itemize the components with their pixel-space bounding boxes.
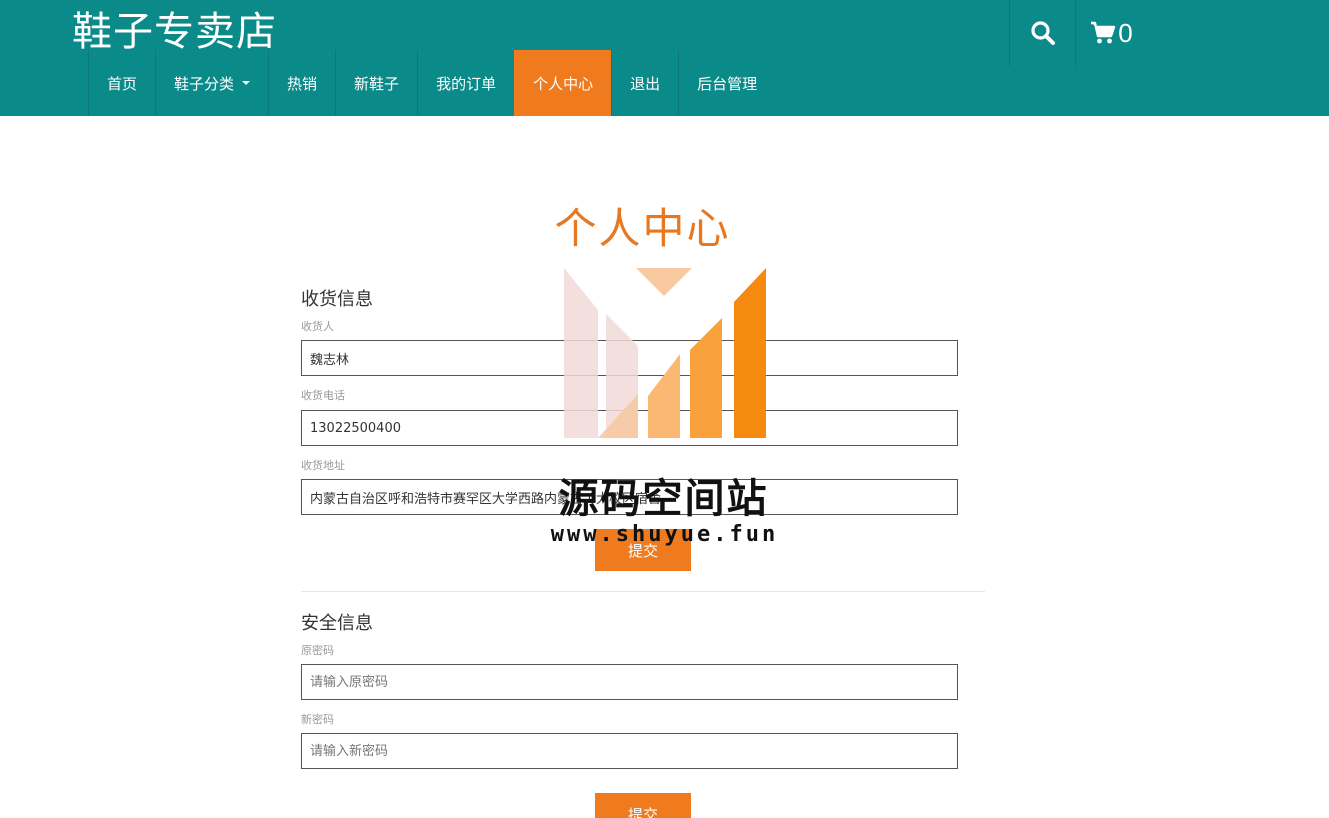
nav-shoe-category-label: 鞋子分类 [174, 74, 235, 93]
search-icon [1030, 21, 1055, 45]
nav-personal-center-label: 个人中心 [533, 74, 594, 93]
cart-count-badge: 0 [1118, 17, 1133, 48]
nav-logout[interactable]: 退出 [611, 50, 678, 116]
nav-admin[interactable]: 后台管理 [678, 50, 775, 116]
new-password-label: 新密码 [301, 713, 334, 726]
section-divider [301, 591, 985, 592]
receiver-phone-label: 收货电话 [301, 389, 345, 402]
nav-personal-center[interactable]: 个人中心 [514, 50, 612, 116]
nav-my-orders-label: 我的订单 [436, 74, 497, 93]
nav-admin-label: 后台管理 [697, 74, 758, 93]
nav-shoe-category[interactable]: 鞋子分类 [155, 50, 268, 116]
search-button[interactable] [1009, 0, 1075, 66]
nav-hot-sale[interactable]: 热销 [268, 50, 335, 116]
shipping-section-title: 收货信息 [301, 289, 373, 310]
nav-new-shoes-label: 新鞋子 [354, 74, 400, 93]
watermark-url: www.shuyue.fun [550, 522, 779, 547]
receiver-name-label: 收货人 [301, 320, 334, 333]
top-navbar: 鞋子专卖店 首页 鞋子分类 热销 新鞋子 我的订单 个人中心 退出 后台管理 0 [0, 0, 1329, 116]
cart-button[interactable]: 0 [1075, 0, 1147, 66]
nav-hot-sale-label: 热销 [287, 74, 318, 93]
new-password-field[interactable] [301, 733, 958, 769]
watermark-logo [564, 268, 766, 438]
main-nav: 首页 鞋子分类 热销 新鞋子 我的订单 个人中心 退出 后台管理 [88, 50, 775, 116]
nav-logout-label: 退出 [630, 74, 661, 93]
nav-home[interactable]: 首页 [88, 50, 155, 116]
nav-my-orders[interactable]: 我的订单 [417, 50, 514, 116]
security-section-title: 安全信息 [301, 613, 373, 634]
old-password-label: 原密码 [301, 644, 334, 657]
security-submit-button[interactable]: 提交 [595, 793, 691, 818]
nav-new-shoes[interactable]: 新鞋子 [335, 50, 417, 116]
cart-icon [1091, 21, 1116, 44]
nav-home-label: 首页 [107, 74, 138, 93]
watermark-text: 源码空间站 [558, 476, 769, 522]
chevron-down-icon [242, 81, 251, 85]
page-title: 个人中心 [554, 204, 731, 253]
old-password-field[interactable] [301, 664, 958, 700]
